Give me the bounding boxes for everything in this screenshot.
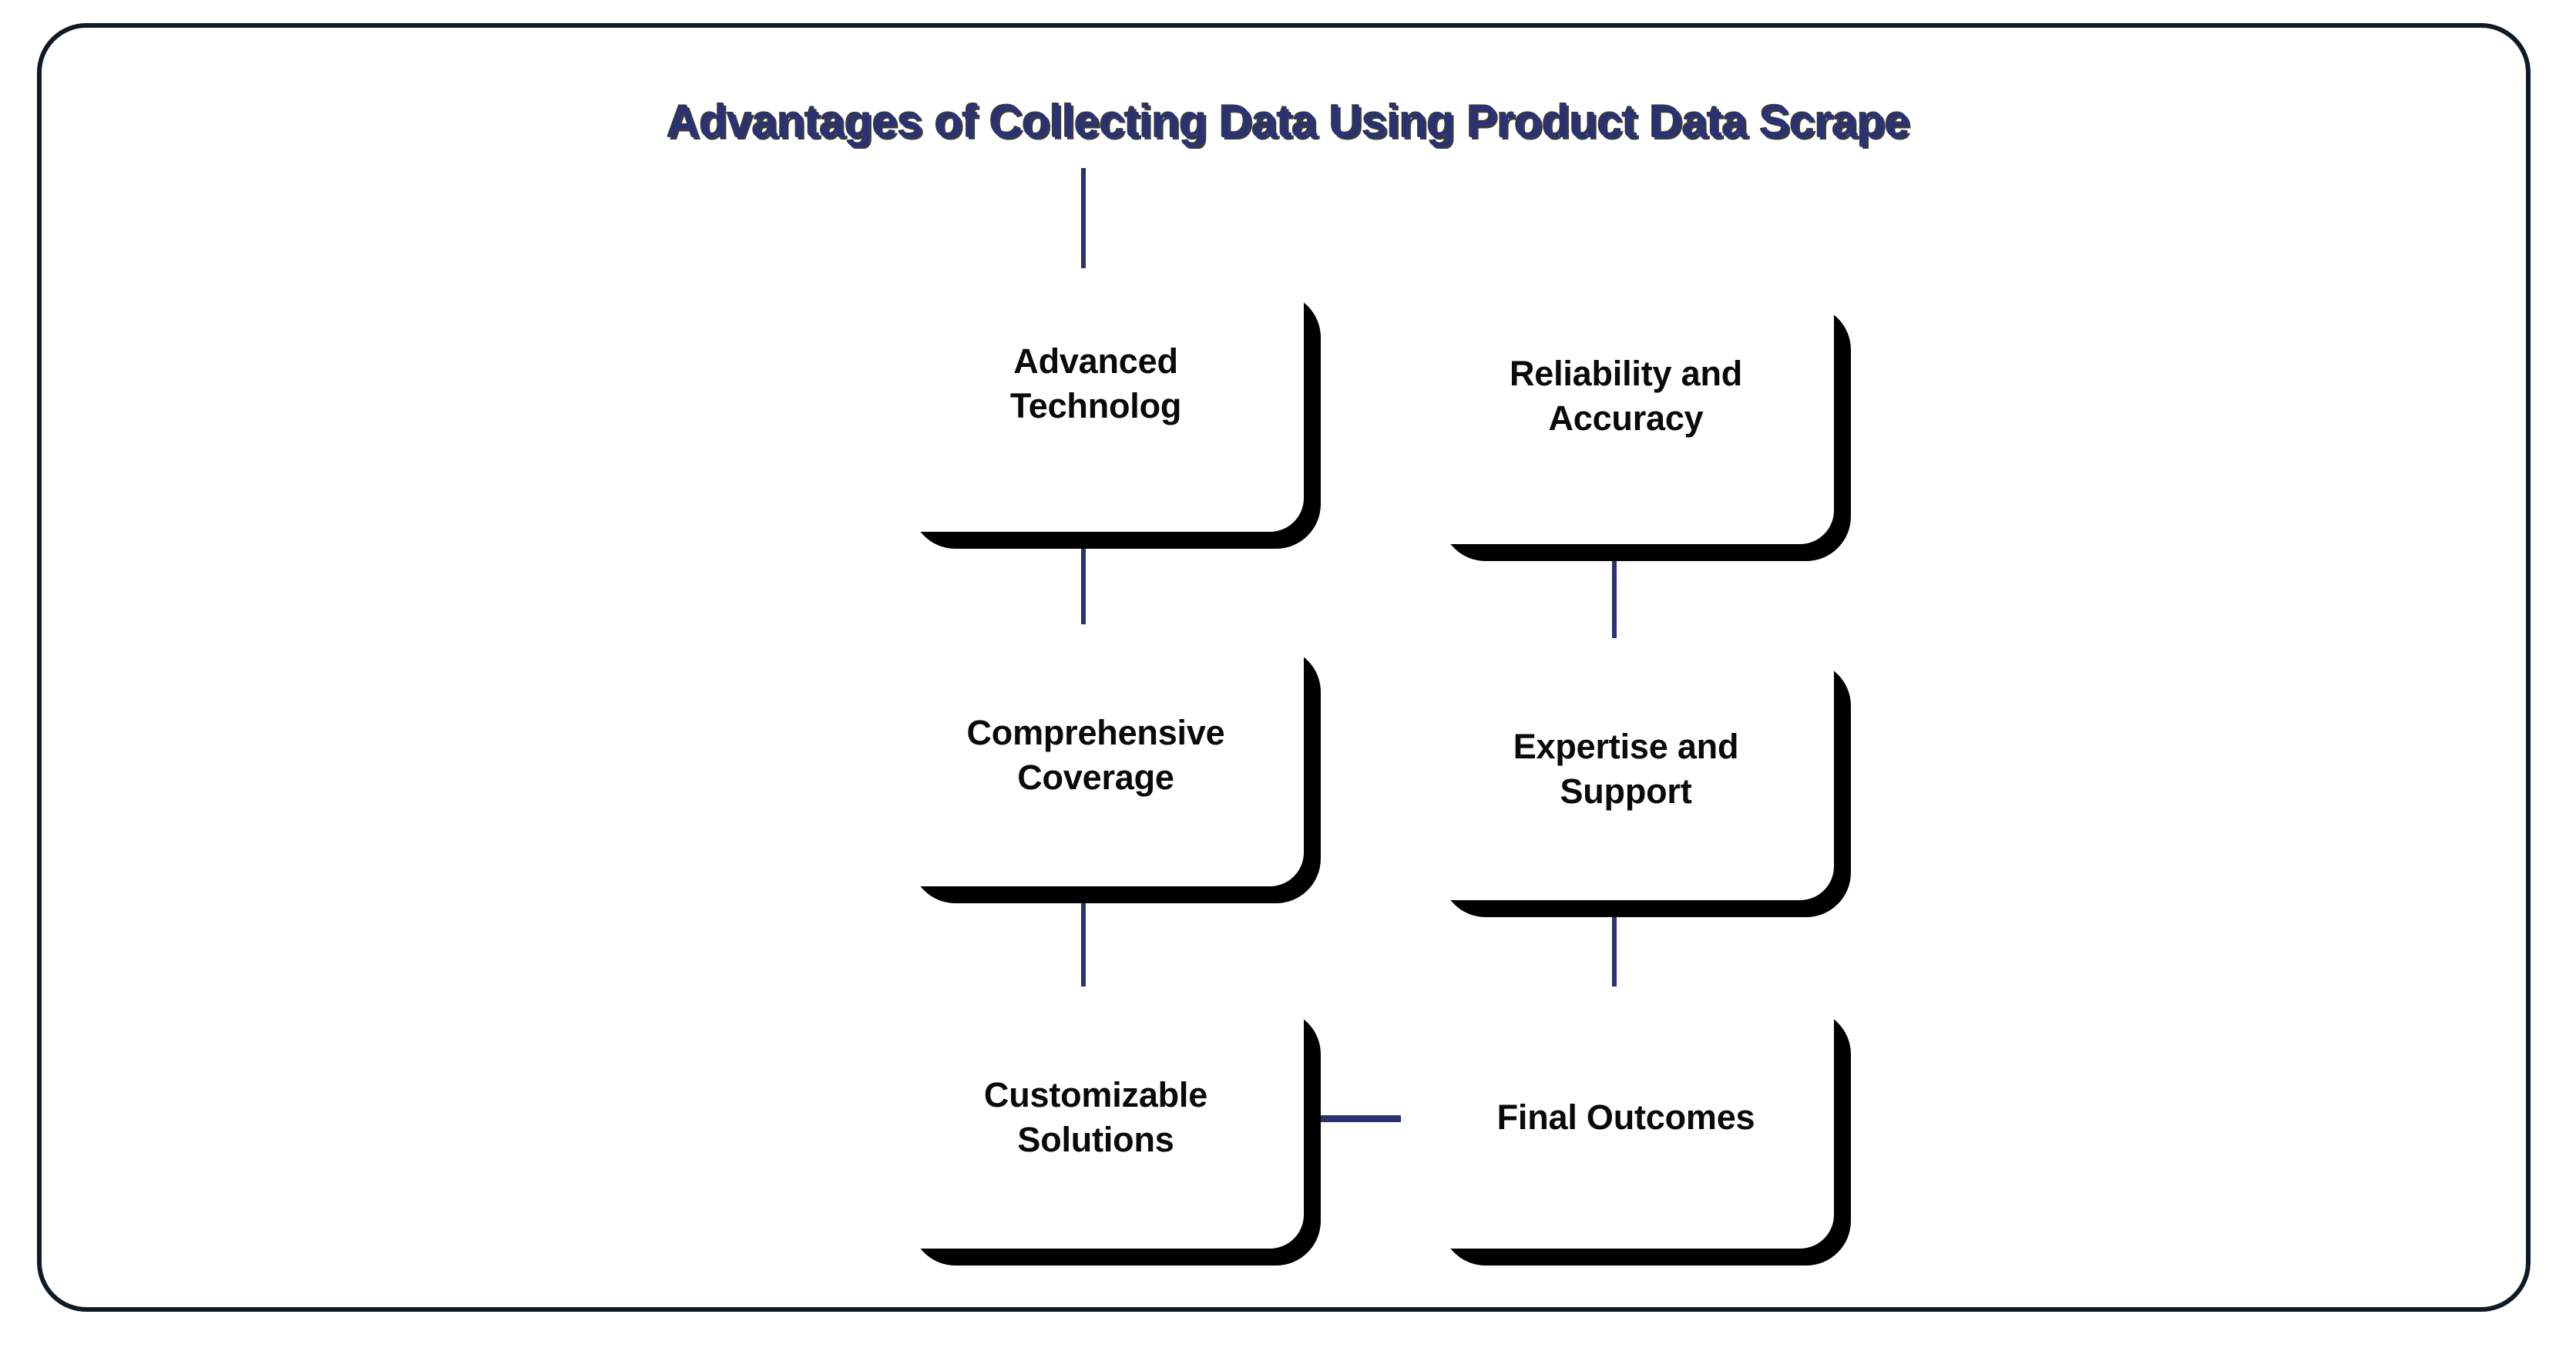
node-card[interactable]: Customizable Solutions [888,987,1304,1249]
node-card[interactable]: Final Outcomes [1418,987,1834,1249]
node-card[interactable]: Reliability and Accuracy [1418,282,1834,544]
node-label: Customizable Solutions [983,1075,1208,1159]
diagram-canvas: Advantages of Collecting Data Using Prod… [0,0,2576,1358]
node-expertise-support[interactable]: Expertise and Support [1418,638,1851,917]
connector-title-to-advanced-technolog [1081,168,1086,268]
node-card[interactable]: Comprehensive Coverage [888,624,1304,886]
node-label: Comprehensive Coverage [966,713,1225,797]
node-card[interactable]: Expertise and Support [1418,638,1834,900]
node-card[interactable]: Advanced Technolog [888,270,1304,532]
node-label: Reliability and Accuracy [1509,354,1743,438]
node-comprehensive-coverage[interactable]: Comprehensive Coverage [888,624,1321,903]
diagram-title: Advantages of Collecting Data Using Prod… [666,96,1910,147]
node-label: Advanced Technolog [1009,341,1182,425]
node-customizable-solutions[interactable]: Customizable Solutions [888,987,1321,1266]
node-final-outcomes[interactable]: Final Outcomes [1418,987,1851,1266]
node-reliability-accuracy[interactable]: Reliability and Accuracy [1418,282,1851,561]
node-advanced-technolog[interactable]: Advanced Technolog [888,270,1321,549]
node-label: Expertise and Support [1513,727,1739,811]
node-label: Final Outcomes [1496,1097,1755,1138]
